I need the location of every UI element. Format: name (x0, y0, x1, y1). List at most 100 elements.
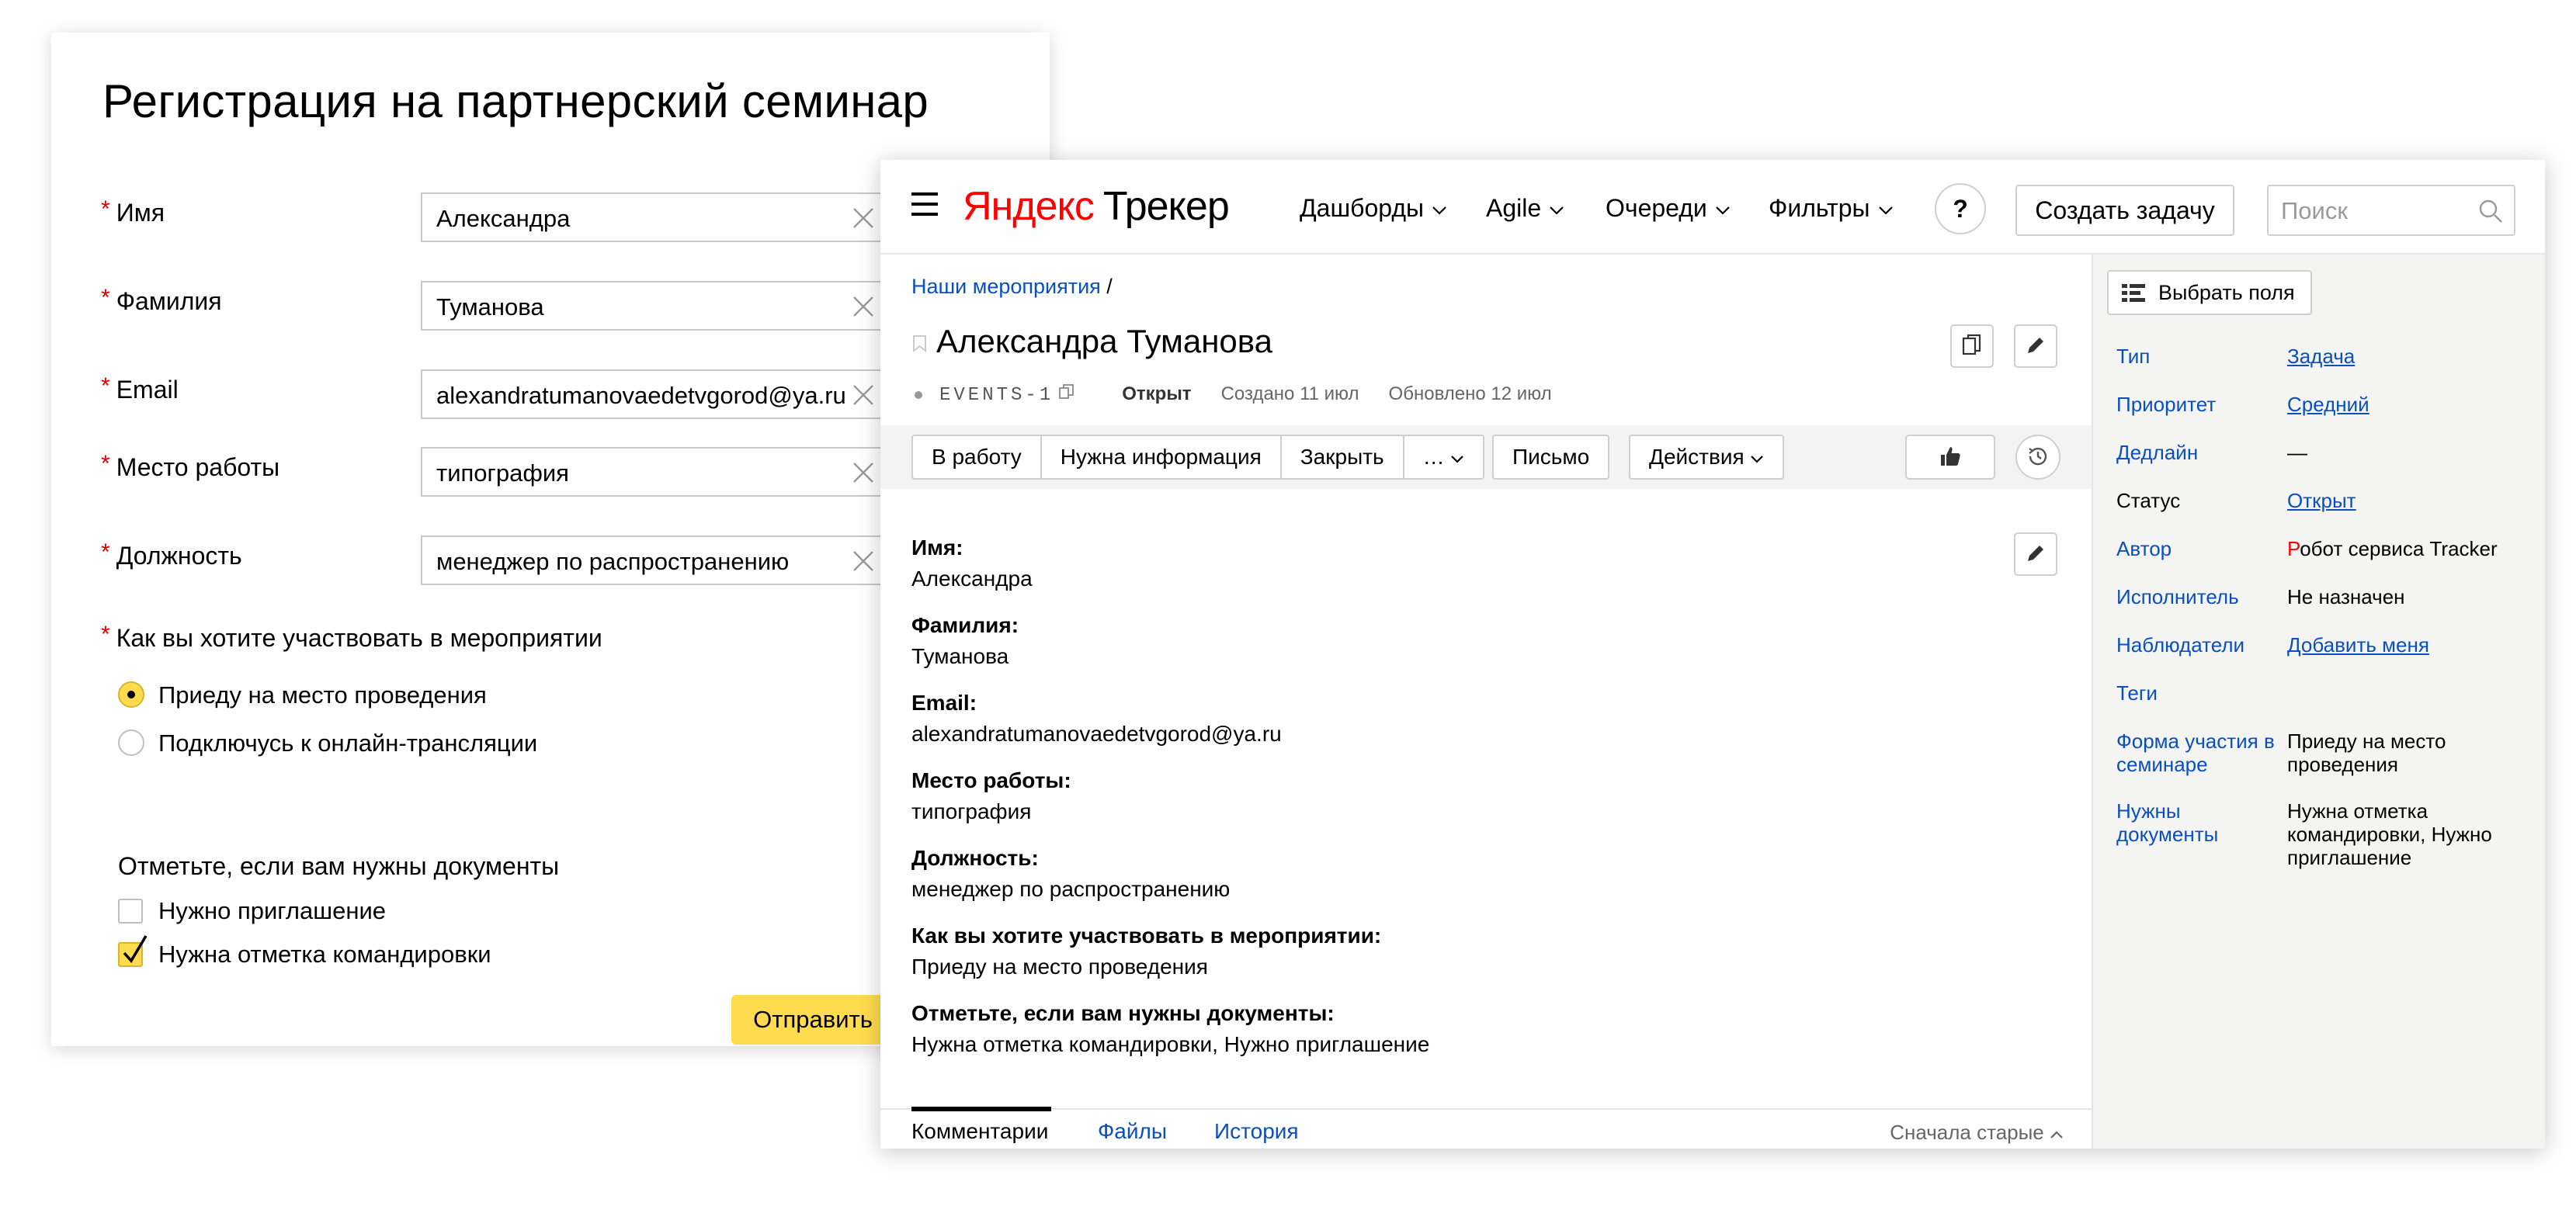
thumbs-up-icon (1941, 446, 1960, 466)
position-input[interactable]: менеджер по распространению (421, 535, 888, 585)
checkbox-label: Нужно приглашение (158, 897, 387, 924)
tracker-header: Яндекс Трекер Дашборды Agile Очереди Филь… (880, 160, 2545, 255)
search-input[interactable] (2281, 196, 2467, 227)
clear-icon[interactable] (851, 206, 876, 230)
help-button[interactable]: ? (1935, 183, 1986, 234)
copy-key-icon[interactable] (1058, 383, 1075, 406)
input-value: менеджер по распространению (436, 548, 790, 575)
sidebar-key[interactable]: Автор (2116, 537, 2279, 560)
workplace-input[interactable]: типография (421, 447, 888, 497)
search-box (2267, 185, 2515, 236)
nav-dashboards[interactable]: Дашборды (1300, 194, 1447, 223)
nav-agile[interactable]: Agile (1486, 194, 1564, 223)
bookmark-flag-icon[interactable] (911, 334, 929, 354)
sidebar-key[interactable]: Нужны документы (2116, 799, 2279, 846)
issue-updated: Обновлено 12 июл (1388, 383, 1552, 404)
chevron-down-icon (1451, 456, 1464, 463)
actions-menu-button[interactable]: Действия (1629, 435, 1785, 480)
clear-icon[interactable] (851, 460, 876, 485)
edit-title-button[interactable] (2014, 324, 2057, 368)
sort-label: Сначала старые (1890, 1121, 2044, 1144)
sidebar-value-type[interactable]: Задача (2287, 345, 2536, 368)
add-me-link[interactable]: Добавить меня (2287, 633, 2536, 657)
sidebar-value-status[interactable]: Открыт (2287, 489, 2536, 512)
nav-filters[interactable]: Фильтры (1769, 194, 1894, 223)
history-icon (2029, 447, 2047, 465)
description-field-label: Фамилия: (911, 613, 1019, 637)
submit-button[interactable]: Отправить (731, 995, 894, 1045)
sidebar-key[interactable]: Тип (2116, 345, 2279, 368)
chevron-up-icon (2050, 1131, 2063, 1138)
close-issue-button[interactable]: Закрыть (1279, 435, 1404, 480)
form-row-position: * Должность менеджер по распространению (101, 535, 901, 587)
choose-fields-button[interactable]: Выбрать поля (2107, 270, 2312, 315)
clear-icon[interactable] (851, 383, 876, 407)
breadcrumb-separator: / (1100, 275, 1113, 298)
priority-dot (915, 390, 922, 399)
sidebar-key[interactable]: Форма участия в семинаре (2116, 729, 2279, 776)
checkbox-unchecked[interactable] (118, 899, 143, 924)
checkbox-checked[interactable] (118, 935, 148, 967)
issue-title: Александра Туманова (936, 323, 1272, 359)
like-button[interactable] (1905, 435, 1995, 480)
breadcrumb-queue-link[interactable]: Наши мероприятия (911, 275, 1101, 298)
sidebar-value-deadline: — (2287, 441, 2307, 464)
active-tab-indicator (911, 1107, 1051, 1111)
tab-files[interactable]: Файлы (1098, 1119, 1167, 1144)
clear-icon[interactable] (851, 294, 876, 319)
history-button[interactable] (2015, 435, 2060, 480)
radio-unselected[interactable] (118, 729, 144, 756)
hamburger-menu-icon[interactable] (911, 192, 938, 216)
fields-list-icon (2122, 284, 2145, 302)
tracker-window: Яндекс Трекер Дашборды Agile Очереди Филь… (880, 160, 2545, 1149)
description-field: Место работы: типография (911, 765, 2014, 827)
nav-label: Дашборды (1300, 194, 1424, 222)
last-name-input[interactable]: Туманова (421, 281, 888, 331)
checkmark-icon (123, 935, 148, 963)
need-info-button[interactable]: Нужна информация (1040, 435, 1282, 480)
documents-question: Отметьте, если вам нужны документы (118, 852, 560, 880)
nav-queues[interactable]: Очереди (1606, 194, 1731, 223)
author-rest: обот сервиса Tracker (2300, 537, 2498, 560)
clear-icon[interactable] (851, 549, 876, 574)
issue-status: Открыт (1122, 383, 1192, 404)
more-transitions-button[interactable]: … (1402, 435, 1485, 480)
chevron-down-icon (1716, 206, 1730, 215)
sidebar-key: Статус (2116, 489, 2181, 512)
sidebar-key[interactable]: Наблюдатели (2116, 633, 2279, 657)
tracker-logo[interactable]: Яндекс Трекер (963, 183, 1230, 230)
sidebar-key[interactable]: Теги (2116, 681, 2279, 705)
issue-description: Имя: Александра Фамилия: Туманова Email: al… (911, 532, 2014, 1076)
input-value: alexandratumanovaedetvgorod@ya.ru (436, 382, 846, 409)
search-icon[interactable] (2478, 199, 2503, 224)
field-label-text: Должность (116, 542, 242, 570)
letter-button[interactable]: Письмо (1492, 435, 1610, 480)
first-name-input[interactable]: Александра (421, 192, 888, 242)
start-progress-button[interactable]: В работу (911, 435, 1042, 480)
nav-label: Agile (1486, 194, 1542, 222)
edit-description-button[interactable] (2014, 532, 2057, 576)
create-task-button[interactable]: Создать задачу (2015, 185, 2234, 236)
last-name-label: * Фамилия (101, 285, 222, 316)
issue-main: Наши мероприятия / Александра Туманова E… (880, 255, 2092, 1149)
sidebar-value-priority[interactable]: Средний (2287, 393, 2536, 416)
sidebar-key[interactable]: Исполнитель (2116, 585, 2279, 608)
description-field-label: Имя: (911, 535, 963, 560)
radio-label: Подключусь к онлайн-трансляции (158, 729, 538, 757)
sidebar-key[interactable]: Дедлайн (2116, 441, 2279, 464)
author-first-letter: Р (2287, 537, 2300, 560)
copy-icon (1962, 334, 1981, 355)
participation-question: * Как вы хотите участвовать в мероприятии (101, 622, 602, 653)
sort-order-toggle[interactable]: Сначала старые (1890, 1121, 2064, 1145)
logo-yandex-text: Яндекс (963, 184, 1095, 229)
required-mark: * (101, 373, 110, 399)
field-label-text: Имя (116, 199, 165, 227)
form-row-first-name: * Имя Александра (101, 192, 901, 244)
email-input[interactable]: alexandratumanovaedetvgorod@ya.ru (421, 369, 888, 419)
tab-history[interactable]: История (1214, 1119, 1299, 1144)
radio-selected[interactable] (118, 681, 144, 708)
tab-comments[interactable]: Комментарии (911, 1119, 1048, 1144)
sidebar-key[interactable]: Приоритет (2116, 393, 2279, 416)
copy-issue-button[interactable] (1950, 324, 1994, 368)
issue-created: Создано 11 июл (1220, 383, 1359, 404)
